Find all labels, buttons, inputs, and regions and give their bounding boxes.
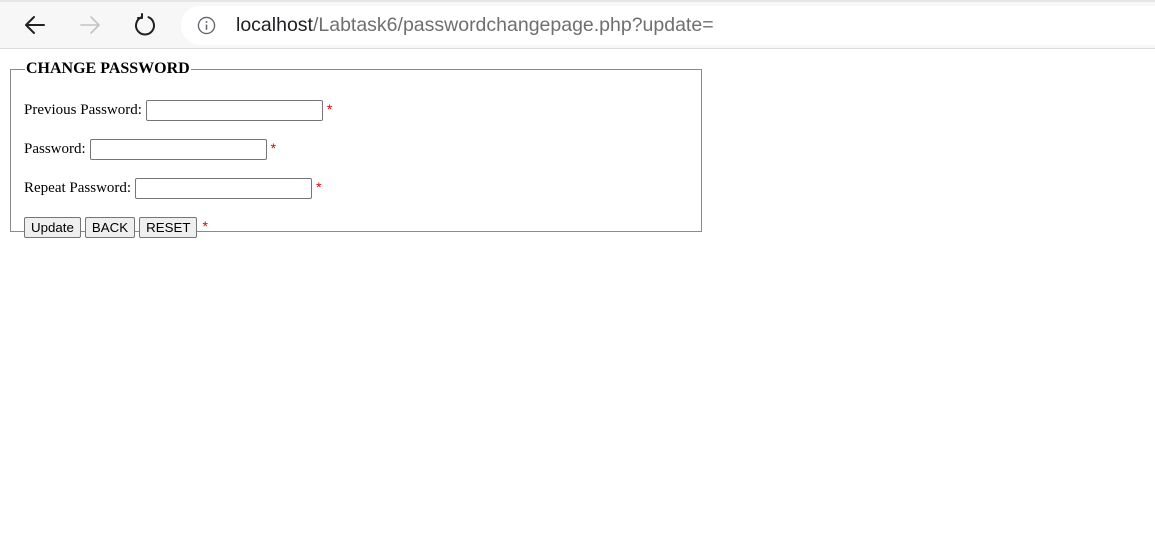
previous-password-label: Previous Password: [24, 101, 142, 118]
repeat-password-row: Repeat Password: * [24, 177, 322, 199]
change-password-fieldset: CHANGE PASSWORD Previous Password: * Pas… [10, 60, 702, 238]
password-row: Password: * [24, 138, 276, 160]
reload-icon [135, 13, 155, 36]
repeat-password-label: Repeat Password: [24, 179, 132, 196]
repeat-password-input[interactable] [135, 177, 313, 199]
previous-password-row: Previous Password: * [24, 99, 332, 121]
tab-strip-edge [0, 0, 1155, 2]
reset-button[interactable]: RESET [139, 216, 198, 238]
update-button[interactable]: Update [24, 216, 81, 238]
required-mark: * [316, 179, 322, 195]
url-text[interactable]: localhost/Labtask6/passwordchangepage.ph… [236, 14, 714, 37]
browser-toolbar: localhost/Labtask6/passwordchangepage.ph… [0, 0, 1155, 49]
url-host: localhost [236, 14, 313, 36]
info-icon[interactable] [197, 16, 216, 35]
required-mark: * [202, 218, 208, 234]
password-input[interactable] [89, 138, 267, 160]
reload-button[interactable] [127, 8, 163, 42]
button-row: Update BACK RESET * [24, 216, 208, 238]
required-mark: * [326, 101, 333, 117]
address-bar[interactable]: localhost/Labtask6/passwordchangepage.ph… [181, 6, 1155, 45]
fieldset-legend: CHANGE PASSWORD [26, 60, 190, 77]
back-page-button[interactable]: BACK [84, 216, 136, 238]
forward-arrow-icon [80, 16, 100, 34]
url-path: /Labtask6/passwordchangepage.php?update= [312, 14, 714, 36]
back-button[interactable] [17, 8, 53, 42]
back-arrow-icon [25, 16, 45, 34]
password-label: Password: [24, 140, 86, 157]
forward-button[interactable] [72, 8, 108, 42]
previous-password-input[interactable] [145, 99, 323, 121]
required-mark: * [270, 140, 277, 156]
